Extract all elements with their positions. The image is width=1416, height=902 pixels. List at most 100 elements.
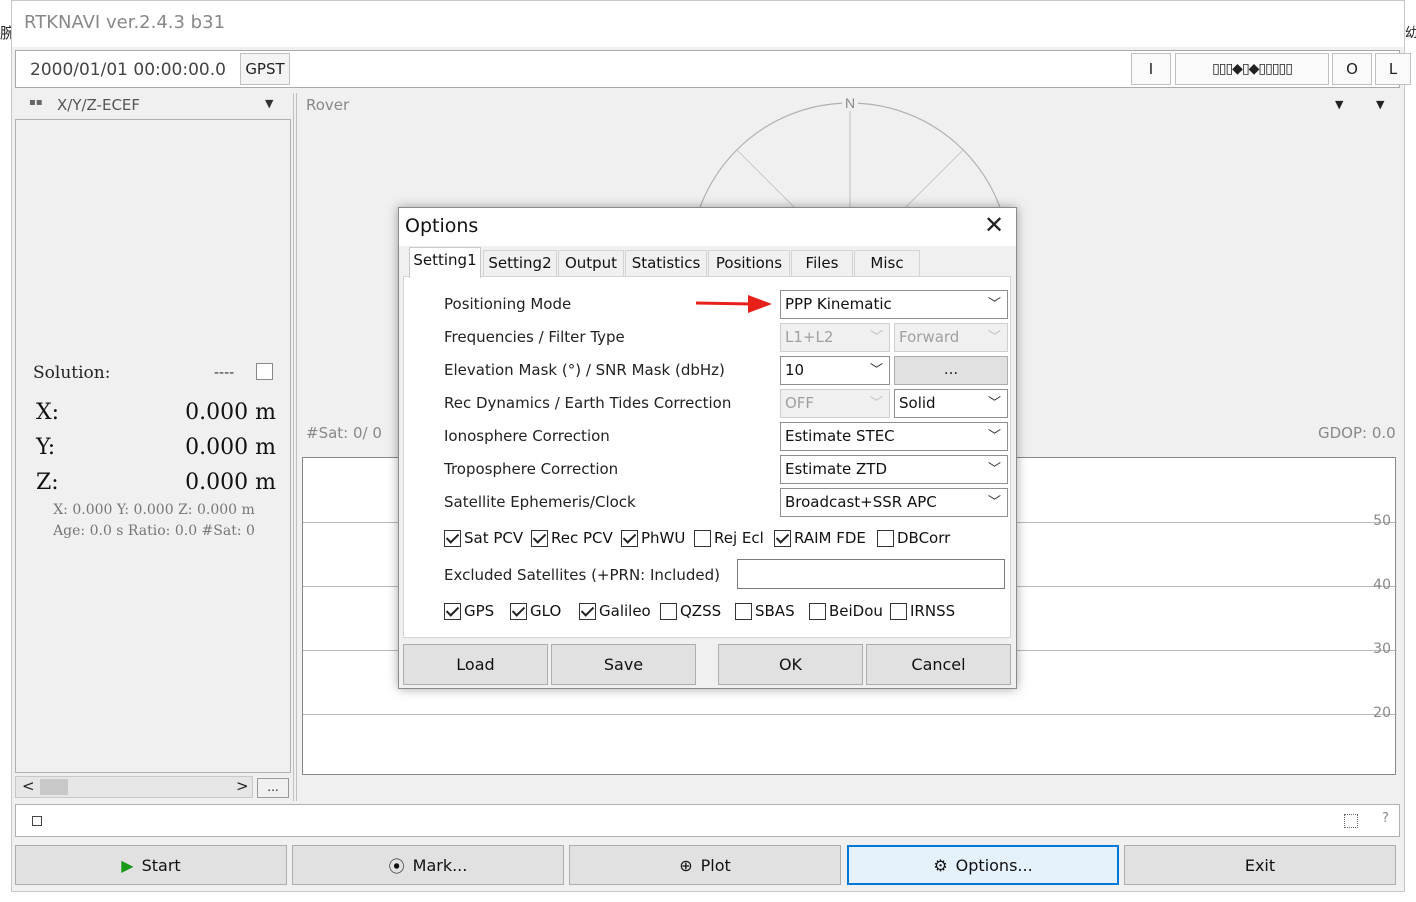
start-button-label: Start xyxy=(141,855,181,875)
scroll-right-icon[interactable]: > xyxy=(236,777,249,795)
options-button[interactable]: ⚙ Options... xyxy=(847,845,1119,885)
tab-positions[interactable]: Positions xyxy=(708,250,790,276)
gps-checkbox[interactable]: GPS xyxy=(444,602,494,620)
excluded-satellites-input[interactable] xyxy=(737,559,1005,589)
checkbox-box[interactable] xyxy=(774,529,791,547)
earth-tides-select[interactable]: Solid ﹀ xyxy=(894,389,1008,418)
tab-output[interactable]: Output xyxy=(558,250,624,276)
horizontal-scrollbar[interactable]: < > xyxy=(15,776,253,798)
start-button[interactable]: ▶ Start xyxy=(15,845,287,885)
cancel-button[interactable]: Cancel xyxy=(866,644,1011,685)
positioning-mode-select[interactable]: PPP Kinematic ﹀ xyxy=(780,290,1008,319)
close-icon[interactable]: ✕ xyxy=(979,211,1009,241)
checkbox-box[interactable] xyxy=(660,602,677,620)
dbcorr-checkbox[interactable]: DBCorr xyxy=(877,529,950,547)
filter-type-select: Forward ﹀ xyxy=(894,323,1008,352)
save-button[interactable]: Save xyxy=(551,644,696,685)
checkbox-box[interactable] xyxy=(890,602,907,620)
title-bar: RTKNAVI ver.2.4.3 b31 xyxy=(12,1,1404,47)
status-bar: ? xyxy=(15,804,1400,837)
rej-ecl-checkbox[interactable]: Rej Ecl xyxy=(694,529,764,547)
elevation-mask-value: 10 xyxy=(785,361,805,379)
raim-fde-checkbox[interactable]: RAIM FDE xyxy=(774,529,866,547)
elevation-mask-select[interactable]: 10 ﹀ xyxy=(780,356,890,385)
sbas-checkbox[interactable]: SBAS xyxy=(735,602,795,620)
checkbox-label: Rej Ecl xyxy=(714,529,764,547)
coord-type-label: X/Y/Z-ECEF xyxy=(57,96,141,114)
sat-pcv-checkbox[interactable]: Sat PCV xyxy=(444,529,523,547)
tab-setting1[interactable]: Setting1 xyxy=(409,247,481,278)
ephemeris-select[interactable]: Broadcast+SSR APC ﹀ xyxy=(780,488,1008,517)
input-stream-button[interactable]: I xyxy=(1131,53,1171,85)
more-button[interactable]: ... xyxy=(257,778,289,798)
time-system-button[interactable]: GPST xyxy=(240,53,290,85)
frequency-dropdown-icon[interactable]: ▼ xyxy=(1376,98,1384,111)
solution-status: ---- xyxy=(214,365,235,381)
checkbox-box[interactable] xyxy=(444,602,461,620)
scroll-thumb[interactable] xyxy=(40,779,68,795)
checkbox-box[interactable] xyxy=(531,529,548,547)
excluded-satellites-label: Excluded Satellites (+PRN: Included) xyxy=(444,566,720,584)
checkbox-box[interactable] xyxy=(621,529,638,547)
snr-tick-label: 30 xyxy=(1373,641,1391,657)
window-title: RTKNAVI ver.2.4.3 b31 xyxy=(24,12,226,33)
target-icon: ⦿ xyxy=(388,857,405,876)
load-button[interactable]: Load xyxy=(403,644,548,685)
ionosphere-select[interactable]: Estimate STEC ﹀ xyxy=(780,422,1008,451)
qzss-checkbox[interactable]: QZSS xyxy=(660,602,721,620)
z-value: 0.000 m xyxy=(185,470,276,495)
satellite-count: #Sat: 0/ 0 xyxy=(306,424,382,442)
options-button-label: Options... xyxy=(955,855,1033,875)
checkbox-box[interactable] xyxy=(510,602,527,620)
frequencies-value: L1+L2 xyxy=(785,328,834,346)
checkbox-box[interactable] xyxy=(579,602,596,620)
rec-pcv-checkbox[interactable]: Rec PCV xyxy=(531,529,613,547)
ephemeris-label: Satellite Ephemeris/Clock xyxy=(444,493,636,511)
checkbox-label: GLO xyxy=(530,602,562,620)
gdop-value: GDOP: 0.0 xyxy=(1318,424,1396,442)
panel-toggle-icon[interactable] xyxy=(1344,814,1358,828)
coord-type-select[interactable]: ▪▪ X/Y/Z-ECEF ▼ xyxy=(15,93,291,117)
beidou-checkbox[interactable]: BeiDou xyxy=(809,602,883,620)
irnss-checkbox[interactable]: IRNSS xyxy=(890,602,955,620)
help-icon[interactable]: ? xyxy=(1382,811,1389,826)
tab-files[interactable]: Files xyxy=(791,250,853,276)
solution-display: Solution: ---- X: 0.000 m Y: 0.000 m Z: … xyxy=(15,119,291,773)
checkbox-box[interactable] xyxy=(735,602,752,620)
plot-type-dropdown-icon[interactable]: ▼ xyxy=(1335,98,1343,111)
snr-mask-button[interactable]: ... xyxy=(894,356,1008,385)
snr-tick-label: 50 xyxy=(1373,513,1391,529)
chevron-down-icon: ﹀ xyxy=(987,330,1001,345)
tab-setting2[interactable]: Setting2 xyxy=(483,250,557,276)
galileo-checkbox[interactable]: Galileo xyxy=(579,602,651,620)
checkbox-label: SBAS xyxy=(755,602,795,620)
troposphere-value: Estimate ZTD xyxy=(785,460,888,478)
checkbox-box[interactable] xyxy=(809,602,826,620)
output-stream-button[interactable]: O xyxy=(1332,53,1372,85)
checkbox-box[interactable] xyxy=(694,529,711,547)
chevron-down-icon: ﹀ xyxy=(869,396,883,411)
red-annotation-arrow-icon xyxy=(695,295,772,313)
time-bar: 2000/01/01 00:00:00.0 GPST I ▯▯▯◆▯◆▯▯▯▯▯… xyxy=(15,50,1411,88)
checkbox-label: GPS xyxy=(464,602,495,620)
tab-misc[interactable]: Misc xyxy=(854,250,920,276)
glo-checkbox[interactable]: GLO xyxy=(510,602,561,620)
plot-button[interactable]: ⊕ Plot xyxy=(569,845,841,885)
troposphere-label: Troposphere Correction xyxy=(444,460,619,478)
phwu-checkbox[interactable]: PhWU xyxy=(621,529,685,547)
snr-gridline-20 xyxy=(303,714,1397,715)
checkbox-box[interactable] xyxy=(877,529,894,547)
mark-button[interactable]: ⦿ Mark... xyxy=(292,845,564,885)
scroll-left-icon[interactable]: < xyxy=(22,777,35,795)
ok-button[interactable]: OK xyxy=(718,644,863,685)
earth-tides-value: Solid xyxy=(899,394,936,412)
troposphere-select[interactable]: Estimate ZTD ﹀ xyxy=(780,455,1008,484)
log-stream-button[interactable]: L xyxy=(1375,53,1411,85)
tab-statistics[interactable]: Statistics xyxy=(625,250,707,276)
exit-button-label: Exit xyxy=(1244,855,1276,875)
checkbox-box[interactable] xyxy=(444,529,461,547)
exit-button[interactable]: Exit xyxy=(1124,845,1396,885)
panel-splitter[interactable] xyxy=(293,93,297,801)
globe-icon: ⊕ xyxy=(679,855,693,875)
time-display: 2000/01/01 00:00:00.0 xyxy=(30,60,226,80)
